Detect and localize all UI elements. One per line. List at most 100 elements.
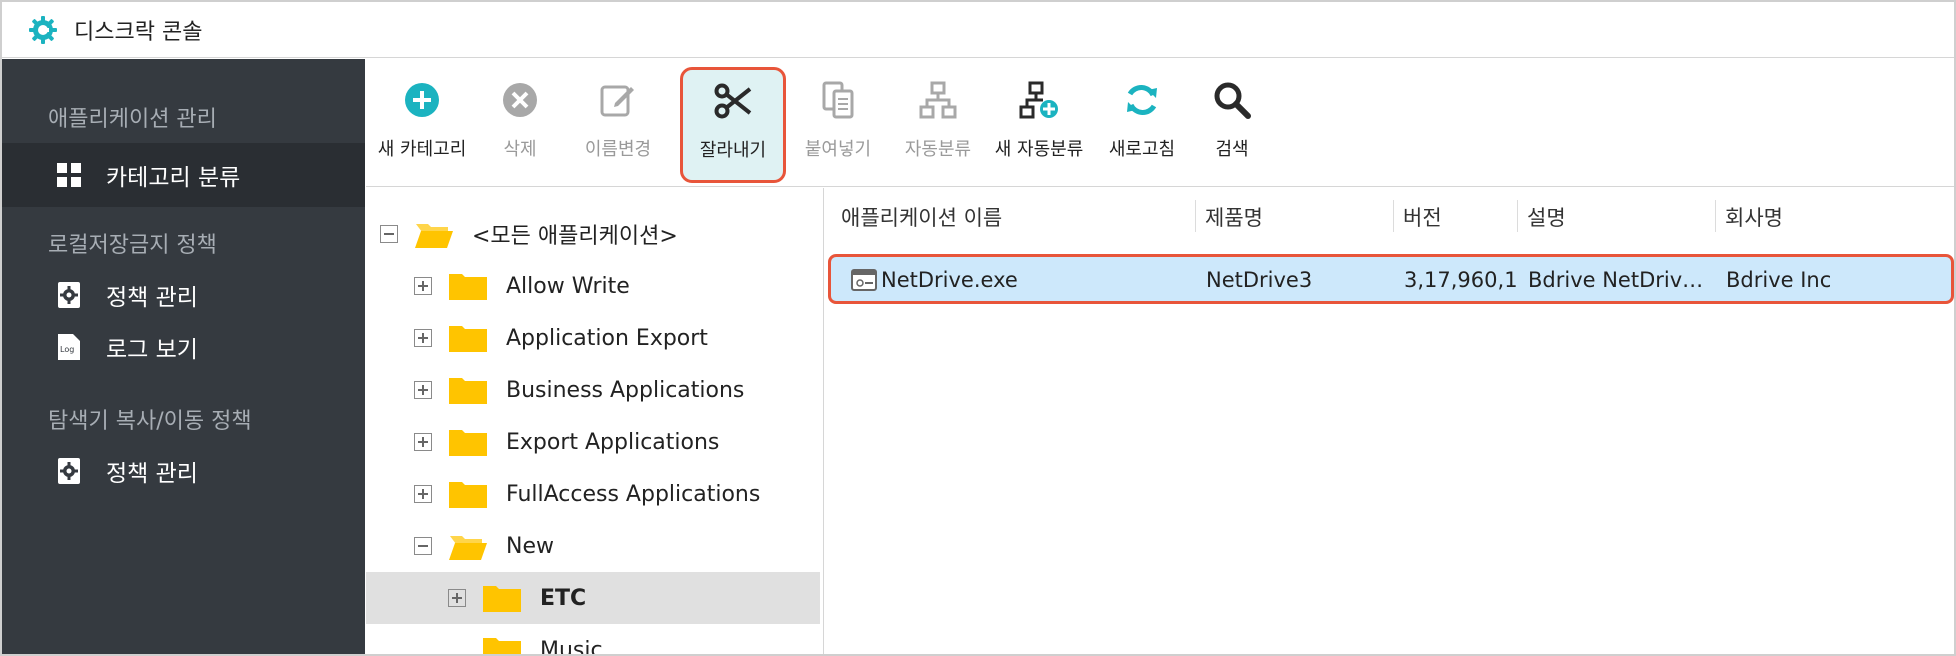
hierarchy-add-icon: [1019, 69, 1059, 131]
rename-button[interactable]: 이름변경: [570, 69, 666, 181]
tree-node-label: New: [506, 533, 554, 559]
log-doc-icon: Log: [54, 332, 84, 362]
executable-icon: [851, 269, 877, 291]
sidebar-item-policy-management-2[interactable]: 정책 관리: [2, 439, 365, 503]
new-auto-classify-label: 새 자동분류: [994, 139, 1084, 160]
grid-icon: [54, 160, 84, 190]
cell-company: Bdrive Inc: [1726, 268, 1832, 292]
svg-text:Log: Log: [60, 345, 74, 354]
refresh-icon: [1123, 69, 1161, 131]
cell-version: 3,17,960,1: [1404, 268, 1516, 292]
sidebar-item-category[interactable]: 카테고리 분류: [2, 143, 365, 207]
tree-node-export-applications[interactable]: Export Applications: [366, 416, 820, 468]
folder-icon: [483, 586, 521, 612]
refresh-button[interactable]: 새로고침: [1096, 69, 1188, 181]
sidebar-item-label: 카테고리 분류: [106, 165, 241, 191]
folder-icon: [483, 638, 521, 654]
expand-toggle[interactable]: [414, 485, 432, 503]
tree-node-label: ETC: [540, 585, 587, 611]
scissors-icon: [714, 70, 752, 132]
tree-node-label: <모든 애플리케이션>: [472, 224, 678, 249]
collapse-toggle[interactable]: [414, 537, 432, 555]
sidebar: 애플리케이션 관리 카테고리 분류 로컬저장금지 정책 정책 관리 Log 로그…: [2, 59, 365, 654]
search-label: 검색: [1215, 139, 1249, 160]
column-divider[interactable]: [1393, 200, 1394, 232]
tree-node-all-apps[interactable]: <모든 애플리케이션>: [366, 208, 820, 260]
expand-toggle[interactable]: [414, 433, 432, 451]
paste-button[interactable]: 붙여넣기: [790, 69, 886, 181]
title-bar: 디스크락 콘솔: [2, 2, 1954, 58]
collapse-toggle[interactable]: [380, 225, 398, 243]
folder-open-icon: [449, 536, 487, 560]
folder-icon: [449, 274, 487, 300]
tree-node-etc[interactable]: ETC: [366, 572, 820, 624]
cut-button[interactable]: 잘라내기: [680, 67, 786, 183]
column-header-description[interactable]: 설명: [1527, 202, 1566, 232]
folder-icon: [449, 430, 487, 456]
column-divider[interactable]: [1195, 200, 1196, 232]
expand-toggle[interactable]: [448, 589, 466, 607]
column-divider[interactable]: [1715, 200, 1716, 232]
cell-description: Bdrive NetDriv…: [1528, 268, 1704, 292]
paste-icon: [822, 69, 854, 131]
expand-toggle[interactable]: [414, 381, 432, 399]
expand-toggle[interactable]: [414, 329, 432, 347]
app-logo-icon: [29, 15, 57, 44]
column-header-company[interactable]: 회사명: [1725, 202, 1783, 232]
sidebar-item-label: 정책 관리: [106, 285, 198, 311]
sidebar-section-explorer-copy: 탐색기 복사/이동 정책: [48, 409, 252, 434]
app-title: 디스크락 콘솔: [74, 19, 203, 45]
expand-toggle[interactable]: [414, 277, 432, 295]
tree-node-label: Application Export: [506, 325, 708, 351]
folder-open-icon: [415, 224, 453, 248]
refresh-label: 새로고침: [1108, 139, 1176, 160]
sidebar-item-label: 정책 관리: [106, 461, 198, 487]
auto-classify-button[interactable]: 자동분류: [890, 69, 986, 181]
sidebar-section-local-storage: 로컬저장금지 정책: [48, 233, 217, 258]
gear-doc-icon: [54, 456, 84, 486]
delete-label: 삭제: [503, 139, 537, 160]
column-divider[interactable]: [1517, 200, 1518, 232]
list-header: 애플리케이션 이름 제품명 버전 설명 회사명: [825, 188, 1954, 244]
delete-circle-icon: [502, 69, 538, 131]
tree-node-label: Business Applications: [506, 377, 745, 403]
edit-icon: [599, 69, 637, 131]
tree-node-new[interactable]: New: [366, 520, 820, 572]
search-button[interactable]: 검색: [1192, 69, 1272, 181]
sidebar-item-label: 로그 보기: [106, 337, 198, 363]
column-header-version[interactable]: 버전: [1403, 202, 1442, 232]
folder-icon: [449, 378, 487, 404]
hierarchy-icon: [919, 69, 957, 131]
new-category-button[interactable]: 새 카테고리: [374, 69, 470, 181]
tree-node-label: FullAccess Applications: [506, 481, 761, 507]
tree-node-label: Allow Write: [506, 273, 630, 299]
tree-node-music[interactable]: Music: [366, 624, 820, 654]
search-icon: [1213, 69, 1251, 131]
category-tree: <모든 애플리케이션> Allow Write Application Expo…: [366, 188, 824, 654]
column-header-product[interactable]: 제품명: [1205, 202, 1263, 232]
new-auto-classify-button[interactable]: 새 자동분류: [986, 69, 1092, 181]
paste-label: 붙여넣기: [804, 139, 872, 160]
rename-label: 이름변경: [584, 139, 652, 160]
tree-node-fullaccess-applications[interactable]: FullAccess Applications: [366, 468, 820, 520]
tree-node-allow-write[interactable]: Allow Write: [366, 260, 820, 312]
toolbar: 새 카테고리 삭제 이름변경 잘라내기 붙여넣기 자동분류 새 자동분류 새로고…: [366, 59, 1954, 187]
folder-icon: [449, 326, 487, 352]
add-circle-icon: [404, 69, 440, 131]
cell-product: NetDrive3: [1206, 268, 1313, 292]
cell-app-name: NetDrive.exe: [881, 268, 1018, 292]
new-category-label: 새 카테고리: [377, 139, 467, 160]
gear-doc-icon: [54, 280, 84, 310]
column-header-app-name[interactable]: 애플리케이션 이름: [841, 202, 1002, 232]
cut-label: 잘라내기: [699, 140, 767, 161]
tree-node-business-applications[interactable]: Business Applications: [366, 364, 820, 416]
folder-icon: [449, 482, 487, 508]
sidebar-section-app-management: 애플리케이션 관리: [48, 107, 217, 132]
application-list: 애플리케이션 이름 제품명 버전 설명 회사명 NetDrive.exe Net…: [825, 188, 1954, 654]
tree-node-application-export[interactable]: Application Export: [366, 312, 820, 364]
auto-classify-label: 자동분류: [904, 139, 972, 160]
tree-node-label: Export Applications: [506, 429, 720, 455]
delete-button[interactable]: 삭제: [474, 69, 566, 181]
sidebar-item-log-view[interactable]: Log 로그 보기: [2, 315, 365, 379]
table-row[interactable]: NetDrive.exe NetDrive3 3,17,960,1 Bdrive…: [828, 254, 1954, 304]
